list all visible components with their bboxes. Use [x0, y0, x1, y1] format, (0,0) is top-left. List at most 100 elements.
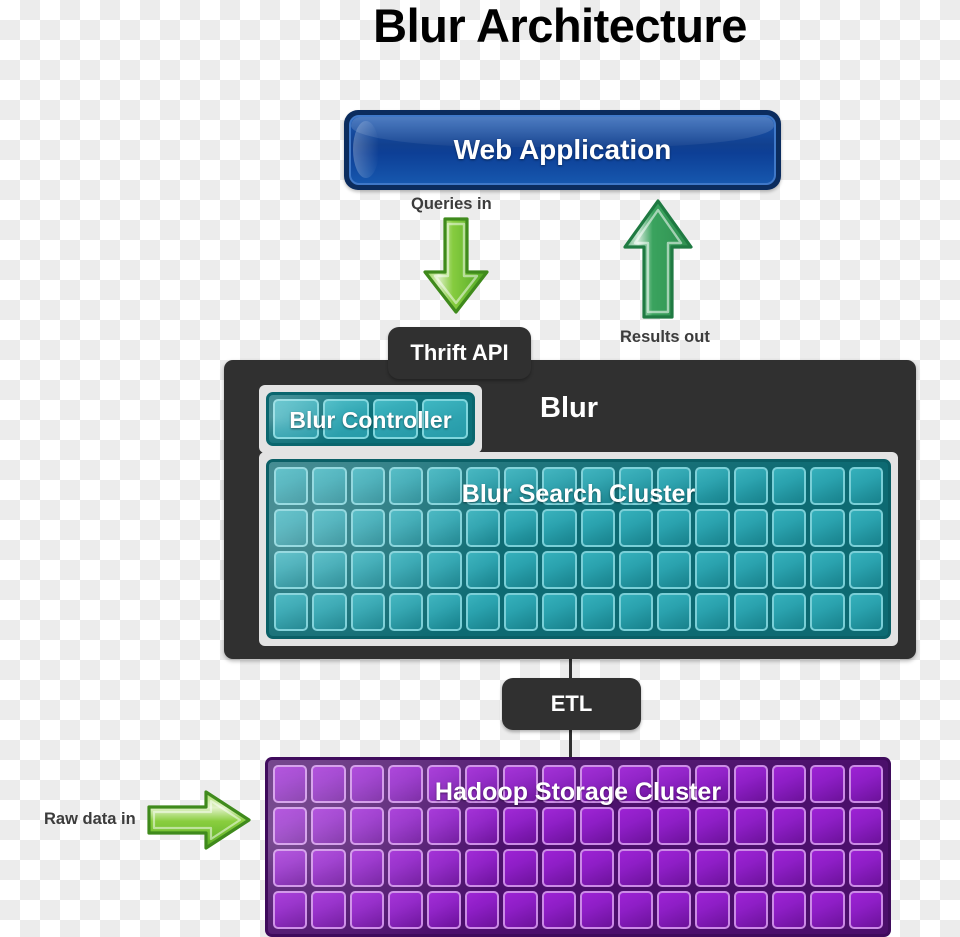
cluster-cell: [810, 849, 845, 887]
cluster-cell: [388, 807, 423, 845]
cluster-cell: [695, 551, 730, 589]
web-application-inner: Web Application: [349, 115, 776, 185]
thrift-api-label: Thrift API: [410, 340, 509, 365]
cluster-cell: [427, 551, 462, 589]
cluster-cell: [311, 807, 346, 845]
cluster-cell: [465, 593, 500, 631]
hadoop-storage-cluster-label: Hadoop Storage Cluster: [434, 778, 722, 806]
cluster-cell: [541, 891, 576, 929]
cluster-cell: [695, 891, 730, 929]
cluster-cell: [848, 593, 883, 631]
cluster-cell: [503, 551, 539, 589]
cluster-cell: [695, 509, 730, 547]
cluster-cell: [618, 807, 653, 845]
cluster-cell: [580, 807, 615, 845]
cluster-cell: [618, 551, 654, 589]
cluster-cell: [580, 593, 615, 631]
blur-label: Blur: [540, 392, 598, 424]
cluster-cell: [580, 551, 615, 589]
cluster-cell: [542, 551, 577, 589]
results-out-arrow-up-icon: [622, 197, 694, 321]
cluster-cell: [312, 551, 347, 589]
cluster-cell: [388, 849, 423, 887]
cluster-cell: [273, 807, 308, 845]
cluster-cell: [388, 551, 424, 589]
cluster-cell: [810, 551, 845, 589]
cluster-cell: [848, 509, 883, 547]
cluster-cell: [426, 849, 461, 887]
cluster-cell: [733, 509, 769, 547]
cluster-cell: [657, 551, 692, 589]
cluster-cell: [542, 593, 577, 631]
raw-data-in-label: Raw data in: [44, 810, 136, 828]
cluster-cell: [350, 551, 385, 589]
cluster-cell: [810, 509, 845, 547]
results-out-label: Results out: [620, 328, 710, 346]
cluster-cell: [503, 849, 538, 887]
cluster-cell: [541, 849, 576, 887]
cluster-cell: [350, 593, 385, 631]
cluster-cell: [733, 891, 768, 929]
cluster-cell: [695, 593, 730, 631]
cluster-cell: [273, 891, 308, 929]
cluster-cell: [656, 891, 692, 929]
cluster-cell: [810, 807, 845, 845]
cluster-cell: [580, 891, 615, 929]
cluster-cell: [848, 849, 883, 887]
cluster-cell: [311, 891, 346, 929]
thrift-api-node[interactable]: Thrift API: [388, 327, 531, 379]
cluster-cell: [733, 593, 769, 631]
cluster-cell: [349, 891, 385, 929]
cluster-cell: [427, 593, 462, 631]
cluster-cell: [733, 807, 768, 845]
cluster-cell: [771, 891, 807, 929]
cluster-cell: [426, 891, 461, 929]
cluster-cell: [618, 509, 654, 547]
page-title: Blur Architecture: [373, 0, 747, 52]
blur-controller-node[interactable]: Blur Controller: [266, 392, 475, 446]
cluster-cell: [503, 593, 539, 631]
cluster-cell: [312, 509, 347, 547]
hadoop-storage-cluster-node[interactable]: Hadoop Storage Cluster: [265, 757, 891, 937]
queries-in-label: Queries in: [411, 195, 492, 213]
cluster-cell: [695, 849, 730, 887]
cluster-cell: [312, 593, 347, 631]
cluster-cell: [388, 509, 424, 547]
etl-label: ETL: [550, 691, 593, 716]
cluster-cell: [464, 849, 500, 887]
cluster-cell: [580, 509, 615, 547]
cluster-cell: [772, 593, 807, 631]
queries-in-arrow-down-icon: [421, 216, 491, 316]
cluster-cell: [810, 593, 845, 631]
blur-search-cluster-node[interactable]: Blur Search Cluster: [266, 459, 891, 639]
cluster-cell: [465, 509, 500, 547]
cluster-cell: [350, 509, 385, 547]
cluster-cell: [388, 593, 424, 631]
cluster-cell: [311, 849, 346, 887]
cluster-cell: [503, 891, 538, 929]
cluster-cell: [274, 593, 309, 631]
cluster-cell: [503, 509, 539, 547]
cluster-cell: [618, 891, 653, 929]
cluster-cell: [274, 551, 309, 589]
cluster-cell: [771, 849, 807, 887]
web-application-node[interactable]: Web Application: [344, 110, 781, 190]
cluster-cell: [848, 807, 883, 845]
cluster-cell: [848, 551, 883, 589]
cluster-cell: [541, 807, 576, 845]
cluster-cell: [733, 849, 768, 887]
cluster-cell: [464, 807, 500, 845]
etl-node[interactable]: ETL: [502, 678, 641, 730]
cluster-cell: [810, 891, 845, 929]
cluster-cell: [771, 807, 807, 845]
raw-data-in-arrow-right-icon: [146, 789, 252, 851]
cluster-cell: [772, 509, 807, 547]
cluster-cell: [618, 593, 654, 631]
cluster-cell: [349, 849, 385, 887]
cluster-cell: [657, 593, 692, 631]
cluster-cell: [772, 551, 807, 589]
cluster-cell: [542, 509, 577, 547]
web-application-label: Web Application: [453, 134, 672, 165]
blur-search-cluster-label: Blur Search Cluster: [461, 480, 696, 508]
cluster-cell: [580, 849, 615, 887]
